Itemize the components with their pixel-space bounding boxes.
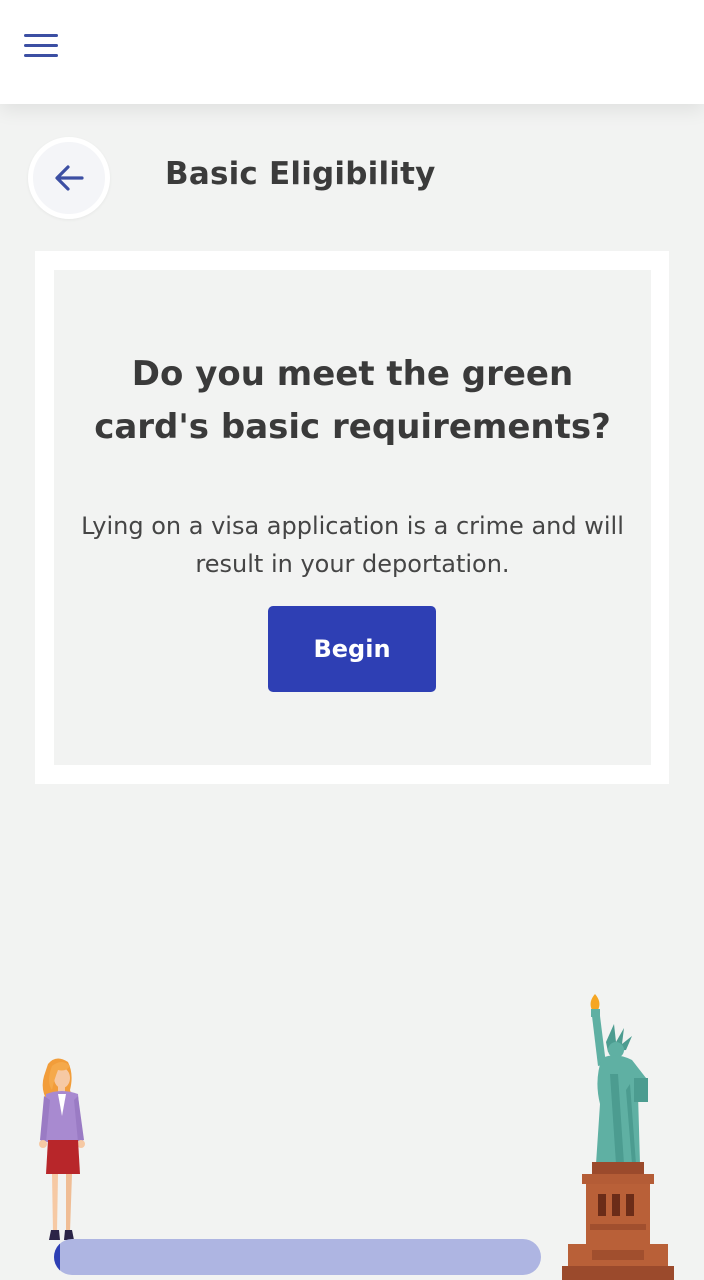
begin-button[interactable]: Begin [268,606,436,692]
top-app-bar [0,0,704,104]
eligibility-card-body: Do you meet the green card's basic requi… [54,270,651,765]
progress-fill [54,1239,60,1275]
card-question: Do you meet the green card's basic requi… [94,354,611,447]
hamburger-menu-icon[interactable] [22,32,60,60]
statue-of-liberty-illustration [562,994,674,1280]
woman-illustration [39,1058,85,1240]
page-title: Basic Eligibility [165,156,436,192]
back-button[interactable] [28,137,110,219]
arrow-left-icon [55,165,84,191]
card-warning: Lying on a visa application is a crime a… [81,512,624,578]
eligibility-card: Do you meet the green card's basic requi… [35,251,669,784]
progress-bar [54,1239,541,1275]
